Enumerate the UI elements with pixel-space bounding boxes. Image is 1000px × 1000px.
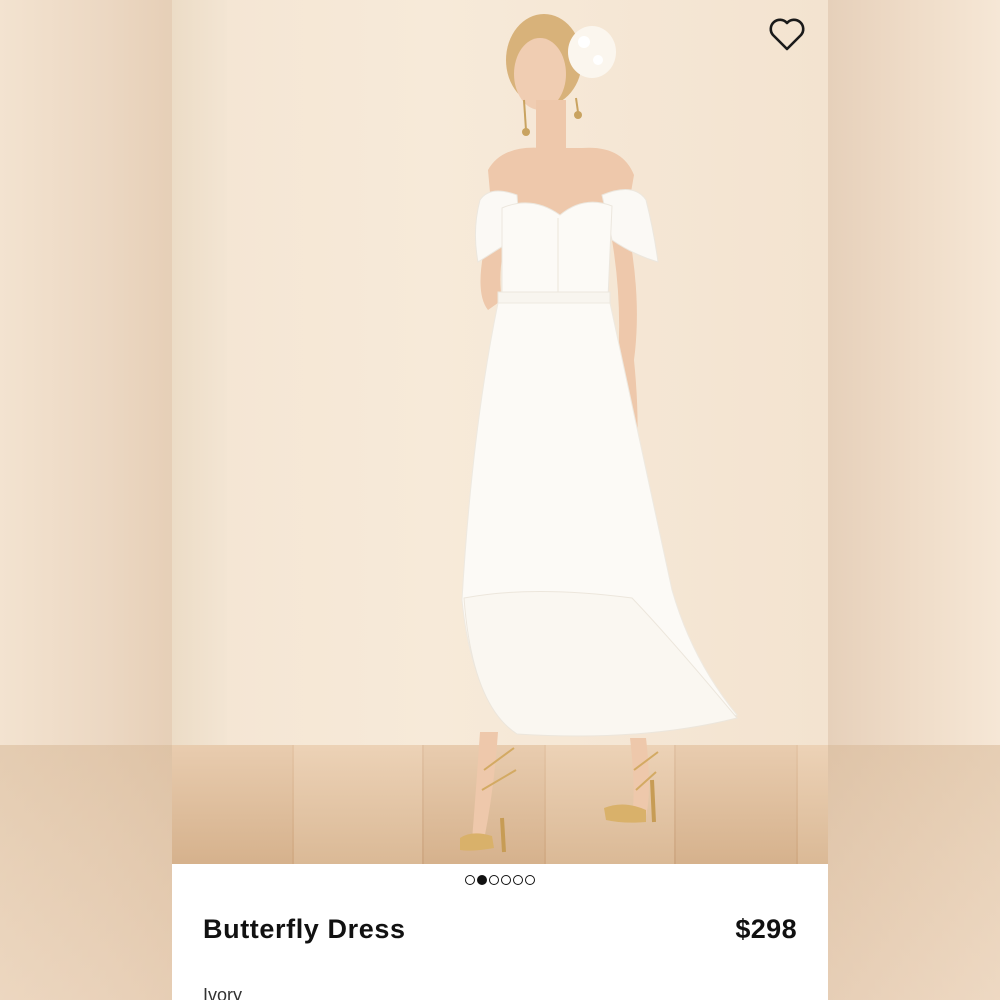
carousel-dot[interactable] bbox=[477, 875, 487, 885]
product-card: Butterfly Dress $298 Ivory bbox=[172, 0, 828, 1000]
carousel-dot[interactable] bbox=[465, 875, 475, 885]
product-color: Ivory bbox=[203, 985, 243, 1000]
carousel-dot[interactable] bbox=[525, 875, 535, 885]
carousel-dot[interactable] bbox=[489, 875, 499, 885]
carousel-dot[interactable] bbox=[513, 875, 523, 885]
model-in-dress-image bbox=[460, 14, 738, 853]
background-blur-right bbox=[828, 0, 1000, 1000]
carousel-pagination bbox=[172, 875, 828, 891]
product-title: Butterfly Dress bbox=[203, 914, 406, 944]
background-blur-left bbox=[0, 0, 172, 1000]
product-photo[interactable] bbox=[172, 0, 828, 864]
carousel-dot[interactable] bbox=[501, 875, 511, 885]
favorite-heart-icon[interactable] bbox=[768, 16, 806, 52]
product-price: $298 bbox=[735, 914, 797, 944]
